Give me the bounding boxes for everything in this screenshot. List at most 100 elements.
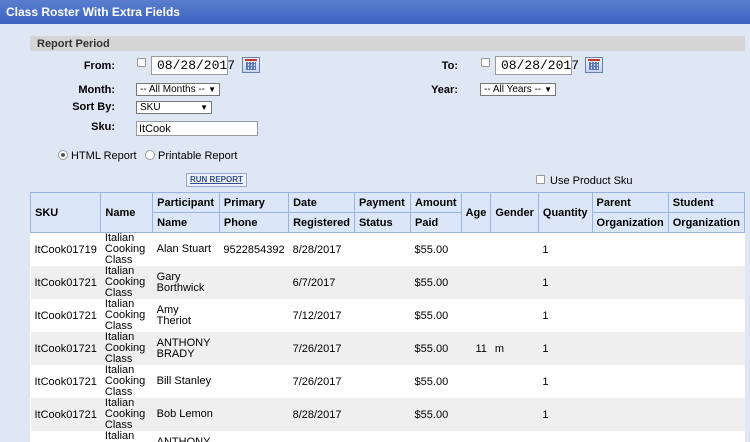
table-row: ItCook01721 Italian Cooking Class Bill Sta… <box>31 365 745 398</box>
cell-participant: Gary Borthwick <box>152 266 220 299</box>
cell-amount: $55.00 <box>414 309 449 322</box>
cell-name: Italian Cooking Class <box>104 298 146 332</box>
cell-amount: $55.00 <box>414 243 449 256</box>
cell-date: 7/26/2017 <box>288 332 355 365</box>
year-label: Year: <box>431 84 458 96</box>
cell-gender <box>491 233 539 267</box>
cell-name: Italian Cooking Class <box>100 398 153 431</box>
cell-phone <box>219 266 289 299</box>
run-report-button[interactable]: RUN REPORT <box>186 173 247 187</box>
cell-age <box>461 233 491 267</box>
month-label: Month: <box>78 84 115 96</box>
cell-status <box>354 398 411 431</box>
cell-age: 11 <box>461 431 491 442</box>
html-report-radio[interactable] <box>58 150 68 160</box>
cell-gender <box>491 365 539 398</box>
use-product-sku-checkbox[interactable] <box>536 175 545 184</box>
cell-quantity: 1 <box>542 375 549 388</box>
cell-amount: $55.00 <box>410 398 462 431</box>
to-calendar-icon[interactable] <box>585 57 603 73</box>
cell-student-org <box>668 398 745 431</box>
col-header-student[interactable]: Student <box>667 192 746 213</box>
cell-participant: ANTHONY BRADY <box>152 332 220 365</box>
cell-gender <box>491 299 539 332</box>
col-header-parent[interactable]: Parent <box>591 192 669 213</box>
to-date-input[interactable]: 08/28/2017 <box>495 56 579 75</box>
cell-parent-org <box>592 365 668 398</box>
col-header-amount[interactable]: Amount <box>410 192 462 213</box>
html-report-label: HTML Report <box>71 150 137 162</box>
col-header-date[interactable]: Date <box>288 192 355 213</box>
cell-student-org <box>668 365 744 398</box>
cell-sku: ItCook01719 <box>34 243 97 256</box>
cell-sku: ItCook01721 <box>30 398 101 431</box>
month-select-value: -- All Months -- <box>140 84 206 95</box>
cell-name: Italian Cooking Class <box>104 430 145 442</box>
cell-parent-org <box>592 398 669 431</box>
sku-input[interactable]: ItCook <box>136 121 258 136</box>
cell-date: 8/28/2017 <box>288 398 355 431</box>
cell-quantity: 1 <box>538 266 593 299</box>
cell-quantity: 1 <box>542 309 549 322</box>
cell-date: 8/28/2017 <box>292 243 342 256</box>
col-header-age[interactable]: Age <box>460 192 492 233</box>
cell-name: Italian Cooking Class <box>100 332 153 365</box>
cell-date: 6/7/2017 <box>288 266 355 299</box>
col-subheader-phone: Phone <box>218 212 290 233</box>
cell-status <box>354 365 410 398</box>
table-row: ItCook01721 Italian Cooking Class Amy Ther… <box>31 299 745 332</box>
cell-status <box>354 299 410 332</box>
cell-sku: ItCook01721 <box>30 266 101 299</box>
use-product-sku-label: Use Product Sku <box>550 175 633 187</box>
cell-status <box>354 332 411 365</box>
sortby-select-value: SKU <box>140 102 161 113</box>
cell-sku: ItCook01721 <box>34 375 97 388</box>
cell-student-org <box>668 233 744 267</box>
col-header-payment[interactable]: Payment <box>353 192 412 213</box>
table-row: ItCook01721Italian Cooking ClassANTHONY … <box>30 332 745 365</box>
cell-age <box>461 365 491 398</box>
to-checkbox[interactable] <box>481 58 490 67</box>
cell-date: 7/12/2017 <box>292 309 342 322</box>
printable-report-label: Printable Report <box>158 150 238 162</box>
col-header-participant[interactable]: Participant <box>152 192 220 213</box>
cell-gender: m <box>490 332 539 365</box>
cell-participant: Bill Stanley <box>156 375 212 387</box>
cell-age <box>461 398 491 431</box>
col-subheader-paid: Paid <box>410 212 462 233</box>
cell-phone <box>219 398 289 431</box>
window-title: Class Roster With Extra Fields <box>0 0 750 24</box>
from-date-input[interactable]: 08/28/2017 <box>151 56 235 75</box>
cell-phone: 9522854392 <box>223 243 285 256</box>
cell-gender <box>490 398 539 431</box>
year-select[interactable]: -- All Years -- ▼ <box>480 83 556 96</box>
table-row: ItCook01719 Italian Cooking Class Alan Stu… <box>31 233 745 267</box>
cell-parent-org <box>592 431 668 442</box>
year-select-value: -- All Years -- <box>484 84 542 95</box>
chevron-down-icon: ▼ <box>208 85 216 94</box>
cell-quantity: 1 <box>538 398 593 431</box>
cell-sku: ItCook01721 <box>30 332 101 365</box>
to-label: To: <box>441 60 458 72</box>
from-calendar-icon[interactable] <box>242 57 260 73</box>
printable-report-radio[interactable] <box>145 150 155 160</box>
col-header-quantity[interactable]: Quantity <box>537 192 593 233</box>
from-checkbox[interactable] <box>137 58 146 67</box>
cell-sku: ItCook01721 <box>31 431 101 442</box>
cell-participant: Bob Lemon <box>152 398 220 431</box>
month-select[interactable]: -- All Months -- ▼ <box>136 83 220 96</box>
col-header-sku[interactable]: SKU <box>29 192 102 233</box>
col-subheader-parent-organization: Organization <box>591 212 669 233</box>
col-subheader-student-organization: Organization <box>667 212 746 233</box>
cell-quantity: 1 <box>538 332 593 365</box>
cell-name: Italian Cooking Class <box>104 364 146 398</box>
cell-quantity: 1 <box>538 431 592 442</box>
cell-date: 7/26/2017 <box>289 431 355 442</box>
col-header-gender[interactable]: Gender <box>490 192 539 233</box>
col-header-name[interactable]: Name <box>100 192 154 233</box>
cell-parent-org <box>592 233 668 267</box>
col-subheader-registered: Registered <box>288 212 355 233</box>
sortby-select[interactable]: SKU ▼ <box>136 101 212 114</box>
cell-participant: Amy Theriot <box>156 303 191 327</box>
col-header-primary[interactable]: Primary <box>218 192 290 213</box>
